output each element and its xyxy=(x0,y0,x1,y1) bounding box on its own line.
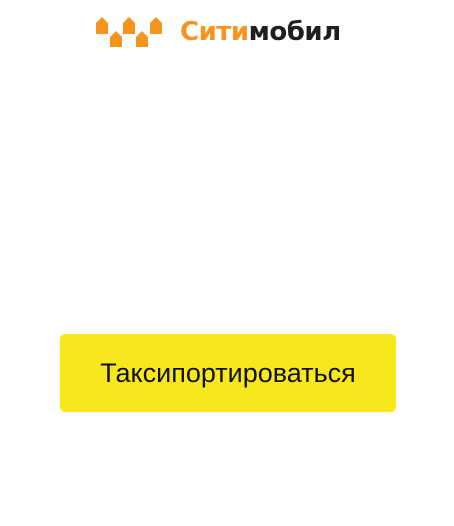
page: Ситимобил Таксипортироваться xyxy=(0,0,454,526)
taxiport-button[interactable]: Таксипортироваться xyxy=(60,334,396,412)
brand-name: Ситимобил xyxy=(180,19,341,45)
brand-logo[interactable]: Ситимобил xyxy=(96,14,341,50)
three-houses-icon xyxy=(96,17,162,47)
brand-name-part1: Сити xyxy=(180,17,249,47)
brand-name-part2: мобил xyxy=(248,17,342,47)
